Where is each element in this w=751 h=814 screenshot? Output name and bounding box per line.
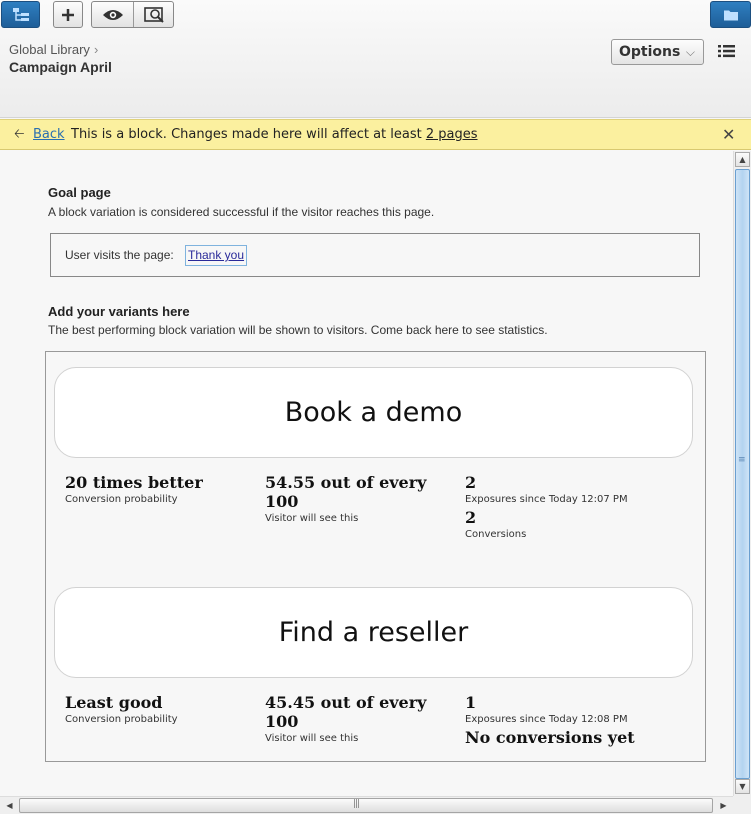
exposures-label: Exposures since Today 12:07 PM (465, 494, 628, 505)
variant-card[interactable]: Find a reseller (54, 587, 693, 678)
notice-message: This is a block. Changes made here will … (71, 120, 478, 150)
variant-share: 45.45 out of every 100 Visitor will see … (265, 693, 445, 744)
back-link[interactable]: Back (33, 120, 65, 150)
close-icon[interactable]: ✕ (722, 120, 735, 150)
scrollbar-corner (733, 796, 751, 814)
variant-exposures: 1 Exposures since Today 12:08 PM No conv… (465, 693, 685, 747)
compare-preview-icon (143, 6, 164, 23)
share-label: Visitor will see this (265, 733, 359, 744)
variant-share: 54.55 out of every 100 Visitor will see … (265, 473, 445, 524)
goal-section-description: A block variation is considered successf… (48, 205, 435, 219)
probability-label: Conversion probability (65, 494, 178, 505)
pages-link[interactable]: 2 pages (426, 127, 478, 142)
horizontal-scrollbar[interactable]: ◀ ||| ▶ (0, 796, 733, 814)
arrow-left-icon[interactable]: 🡠 (14, 120, 25, 150)
variant-probability: 20 times better Conversion probability (65, 473, 245, 505)
preview-button-group (91, 1, 174, 28)
compare-preview-button[interactable] (134, 2, 175, 27)
preview-button[interactable] (92, 2, 133, 27)
site-tree-icon (12, 7, 29, 21)
variant-card[interactable]: Book a demo (54, 367, 693, 458)
goal-condition-label: User visits the page: (65, 248, 174, 262)
options-button[interactable]: Options ⌵ (611, 39, 704, 65)
horizontal-scroll-thumb[interactable] (19, 798, 713, 813)
share-value: 54.55 out of every 100 (265, 473, 427, 511)
page-title: Campaign April (9, 59, 112, 75)
grip-icon: ≡ (738, 455, 746, 465)
probability-value: Least good (65, 693, 163, 712)
scroll-left-icon[interactable]: ◀ (2, 798, 17, 813)
scroll-down-icon[interactable]: ▼ (735, 779, 750, 794)
variants-section-title: Add your variants here (48, 304, 190, 319)
folder-icon (723, 10, 738, 20)
notice-text: This is a block. Changes made here will … (71, 127, 426, 142)
scroll-up-icon[interactable]: ▲ (735, 152, 750, 167)
share-value: 45.45 out of every 100 (265, 693, 427, 731)
chevron-right-icon: › (93, 42, 99, 57)
structure-toggle-button[interactable] (1, 1, 40, 28)
variants-section-description: The best performing block variation will… (48, 323, 548, 337)
scroll-right-icon[interactable]: ▶ (716, 798, 731, 813)
conversions-label: Conversions (465, 529, 527, 540)
assets-pane-button[interactable] (710, 1, 751, 28)
conversions-value: No conversions yet (465, 728, 635, 747)
eye-icon (102, 9, 123, 20)
add-button[interactable] (53, 1, 83, 28)
list-icon[interactable] (718, 44, 735, 58)
variants-container: Book a demo 20 times better Conversion p… (45, 351, 706, 762)
grip-icon: ||| (353, 799, 360, 809)
vertical-scroll-thumb[interactable] (735, 169, 750, 779)
exposures-value: 1 (465, 693, 477, 712)
probability-label: Conversion probability (65, 714, 178, 725)
options-label: Options (619, 44, 681, 60)
breadcrumb: Global Library › (9, 42, 98, 57)
conversions-value: 2 (465, 508, 477, 527)
goal-page-box: User visits the page: Thank you (50, 233, 700, 277)
variant-exposures: 2 Exposures since Today 12:07 PM 2 Conve… (465, 473, 685, 540)
share-label: Visitor will see this (265, 513, 359, 524)
goal-page-link[interactable]: Thank you (185, 245, 248, 266)
top-toolbar: Global Library › Campaign April Options ⌵ (0, 0, 751, 118)
exposures-value: 2 (465, 473, 477, 492)
goal-section-title: Goal page (48, 185, 111, 200)
chevron-down-icon: ⌵ (685, 45, 695, 59)
breadcrumb-parent[interactable]: Global Library (9, 42, 90, 57)
probability-value: 20 times better (65, 473, 203, 492)
variant-probability: Least good Conversion probability (65, 693, 245, 725)
block-notice-bar: 🡠 Back This is a block. Changes made her… (0, 119, 751, 150)
exposures-label: Exposures since Today 12:08 PM (465, 714, 628, 725)
vertical-scrollbar[interactable]: ▲ ≡ ▼ (733, 151, 751, 796)
main-content: Goal page A block variation is considere… (0, 151, 733, 796)
plus-icon (62, 8, 74, 21)
